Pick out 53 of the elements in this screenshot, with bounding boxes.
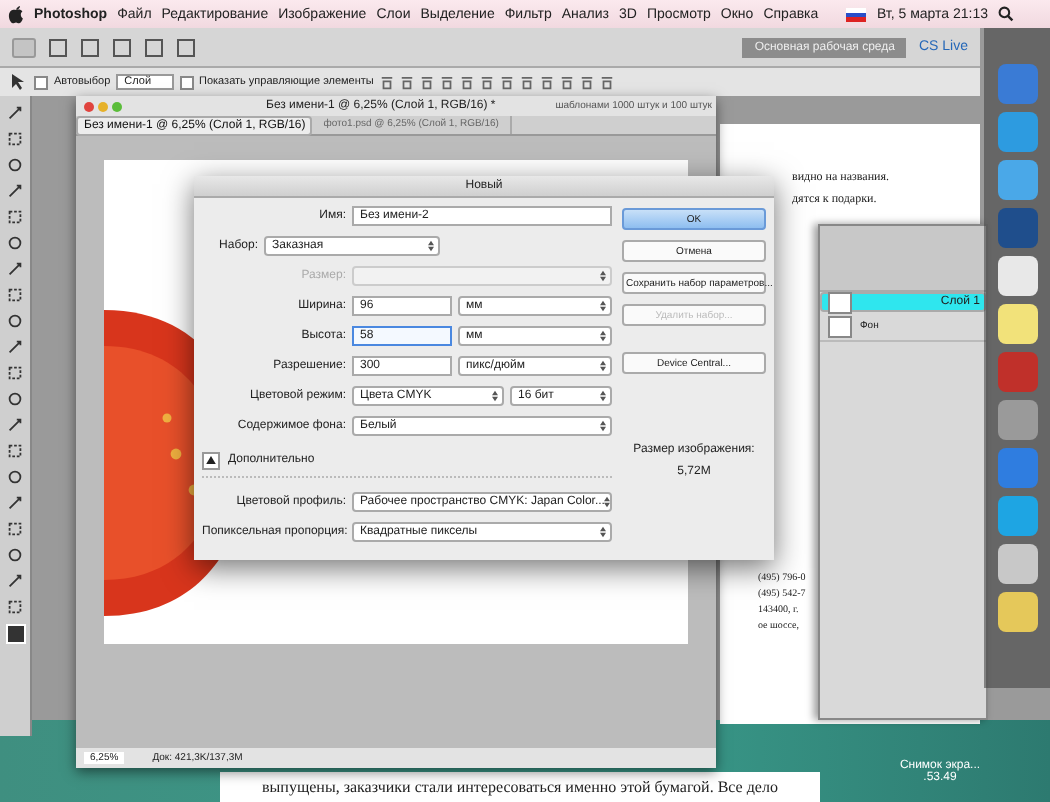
stepper-arrows-icon [600,300,606,312]
layer-thumbnail [828,315,852,337]
align-icon[interactable] [499,75,514,89]
color-swatch[interactable] [5,624,25,644]
tool-icon[interactable] [6,494,24,512]
align-icon[interactable] [399,75,414,89]
align-icon[interactable] [459,75,474,89]
stepper-arrows-icon [600,270,606,282]
stepper-arrows-icon [600,360,606,372]
stepper-arrows-icon [604,496,611,508]
move-tool-icon[interactable] [8,72,28,92]
toolbar-square-icon[interactable] [80,37,100,57]
align-icon[interactable] [599,75,614,89]
stepper-arrows-icon [600,526,606,538]
app-icon[interactable] [997,256,1037,296]
tool-icon[interactable] [6,338,24,356]
align-icon[interactable] [419,75,434,89]
stepper-arrows-icon [600,330,606,342]
tool-icon[interactable] [6,260,24,278]
apple-icon[interactable] [8,4,24,24]
triangle-icon [206,456,216,464]
align-icon[interactable] [379,75,394,89]
align-icon[interactable] [559,75,574,89]
stepper-arrows-icon [492,390,498,402]
tool-icon[interactable] [6,598,24,616]
web-page-text: выпущены, заказчики стали интересоваться именно этой бумагой. Все дело [220,772,820,802]
align-icon[interactable] [519,75,534,89]
toolbar-square-icon[interactable] [144,37,164,57]
stepper-arrows-icon [600,420,606,432]
checkbox[interactable] [34,75,48,89]
app-icon[interactable] [997,592,1037,632]
layer-thumbnail [828,291,852,313]
stepper-arrows-icon [428,240,434,252]
tool-icon[interactable] [6,572,24,590]
tool-icon[interactable] [6,182,24,200]
search-icon[interactable] [998,6,1014,22]
disclosure-button[interactable] [202,451,220,469]
tool-icon[interactable] [6,104,24,122]
align-icon[interactable] [539,75,554,89]
app-icon[interactable] [997,304,1037,344]
checkbox[interactable] [179,75,194,89]
align-icon[interactable] [579,75,594,89]
align-icon[interactable] [479,75,494,89]
toolbar-square-icon[interactable] [176,37,196,57]
toolbar-square-icon[interactable] [48,37,68,57]
app-icon[interactable] [997,544,1037,584]
close-icon[interactable] [84,101,94,111]
toolbar-square-icon[interactable] [112,37,132,57]
stepper-arrows-icon [600,390,606,402]
tool-icon[interactable] [6,416,24,434]
flag-icon[interactable] [846,7,867,21]
align-icon[interactable] [439,75,454,89]
app-logo-icon [12,37,36,57]
